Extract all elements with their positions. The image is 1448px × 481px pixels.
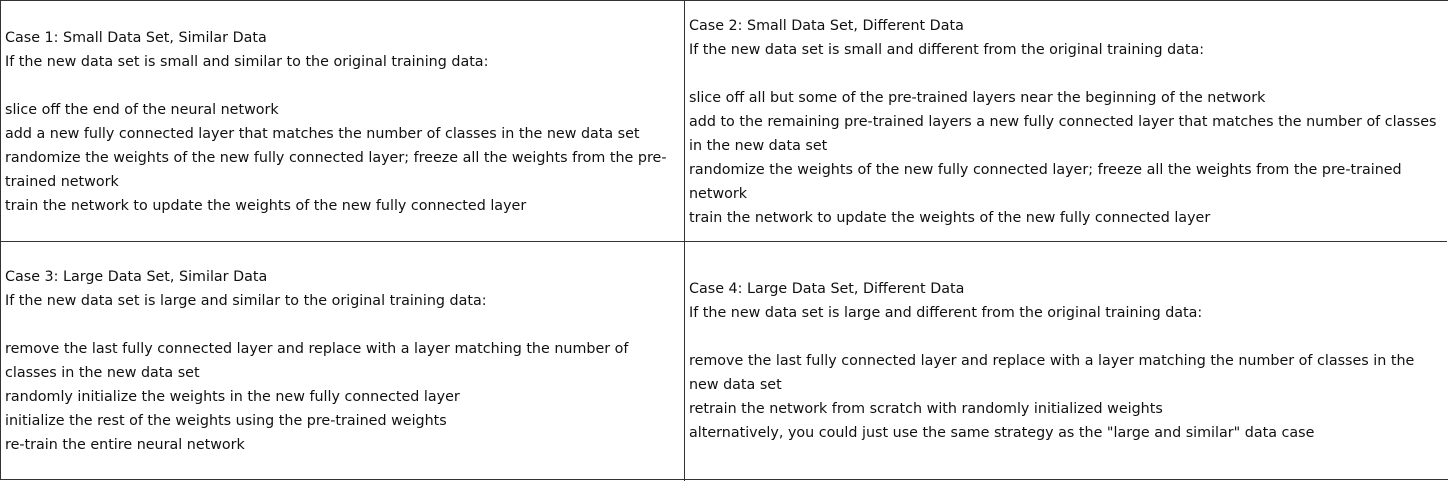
case-step: train the network to update the weights …: [5, 198, 527, 214]
case-step: remove the last fully connected layer an…: [689, 353, 1415, 393]
case-step: randomly initialize the weights in the n…: [5, 389, 460, 405]
case-intro: If the new data set is large and differe…: [689, 305, 1203, 321]
case-intro: If the new data set is small and differe…: [689, 42, 1205, 58]
case-intro: If the new data set is large and similar…: [5, 293, 487, 309]
case-2-cell: Case 2: Small Data Set, Different Data I…: [685, 14, 1447, 230]
case-title: Case 3: Large Data Set, Similar Data: [5, 269, 268, 285]
case-step: randomize the weights of the new fully c…: [5, 150, 667, 190]
case-title: Case 4: Large Data Set, Different Data: [689, 281, 965, 297]
case-1-cell: Case 1: Small Data Set, Similar Data If …: [1, 26, 684, 218]
case-step: re-train the entire neural network: [5, 437, 245, 453]
case-step: add a new fully connected layer that mat…: [5, 126, 640, 142]
case-3-cell: Case 3: Large Data Set, Similar Data If …: [1, 265, 684, 457]
case-intro: If the new data set is small and similar…: [5, 54, 489, 70]
case-step: alternatively, you could just use the sa…: [689, 425, 1315, 441]
case-step: add to the remaining pre-trained layers …: [689, 114, 1437, 154]
row-divider: [1, 241, 1447, 242]
case-step: initialize the rest of the weights using…: [5, 413, 447, 429]
case-step: train the network to update the weights …: [689, 210, 1211, 226]
cases-table: Case 1: Small Data Set, Similar Data If …: [0, 0, 1448, 481]
case-step: retrain the network from scratch with ra…: [689, 401, 1163, 417]
case-step: remove the last fully connected layer an…: [5, 341, 629, 381]
case-step: randomize the weights of the new fully c…: [689, 162, 1402, 202]
case-title: Case 2: Small Data Set, Different Data: [689, 18, 964, 34]
case-step: slice off all but some of the pre-traine…: [689, 90, 1266, 106]
case-4-cell: Case 4: Large Data Set, Different Data I…: [685, 277, 1447, 445]
case-step: slice off the end of the neural network: [5, 102, 279, 118]
case-title: Case 1: Small Data Set, Similar Data: [5, 30, 267, 46]
